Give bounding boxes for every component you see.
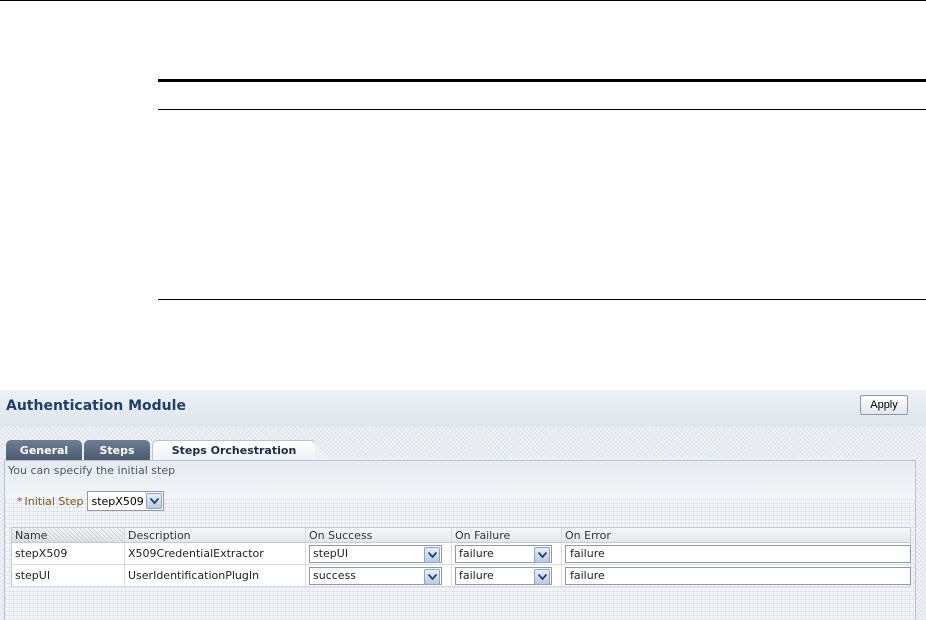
tab-steps-orchestration[interactable]: Steps Orchestration [152,440,329,461]
initial-step-row: * Initial Step stepX509 [17,491,165,511]
tab-general[interactable]: General [6,440,82,460]
thick-rule [158,79,926,82]
chevron-down-icon[interactable] [424,568,440,585]
on-failure-select[interactable]: failure [455,544,552,563]
initial-step-value: stepX509 [91,494,144,508]
required-marker: * [17,494,23,508]
on-success-cell: stepUI [306,543,452,564]
step-name: stepX509 [12,543,125,564]
chevron-down-icon[interactable] [534,568,550,585]
on-success-select[interactable]: success [309,566,442,585]
module-title: Authentication Module [6,398,186,414]
column-header-on-error[interactable]: On Error [562,528,912,542]
initial-step-select[interactable]: stepX509 [87,491,165,511]
on-error-cell: failure [562,565,912,586]
module-header: Authentication Module Apply [0,390,926,426]
on-success-value: success [313,569,357,582]
table-header: Name Description On Success On Failure O… [11,527,911,543]
column-header-name[interactable]: Name [12,528,125,542]
tab-steps[interactable]: Steps [84,440,150,460]
on-success-cell: success [306,565,452,586]
initial-step-label: Initial Step [24,494,84,508]
on-error-input[interactable]: failure [565,566,911,585]
authentication-module-screen: Authentication Module Apply General Step… [0,390,926,620]
on-error-cell: failure [562,543,912,564]
on-failure-select[interactable]: failure [455,566,552,585]
thin-rule-lower [158,299,926,300]
on-failure-cell: failure [452,543,562,564]
chevron-down-icon[interactable] [534,546,550,563]
top-rule [0,0,926,1]
on-failure-value: failure [459,569,494,582]
thin-rule-upper [158,109,926,110]
table-row[interactable]: stepX509 X509CredentialExtractor stepUI … [11,543,911,565]
on-success-select[interactable]: stepUI [309,544,442,563]
chevron-down-icon[interactable] [146,493,163,509]
step-description: UserIdentificationPlugIn [125,565,306,586]
on-failure-value: failure [459,547,494,560]
steps-table: Name Description On Success On Failure O… [11,527,911,587]
column-header-description[interactable]: Description [125,528,306,542]
apply-button[interactable]: Apply [860,395,908,415]
chevron-down-icon[interactable] [424,546,440,563]
step-name: stepUI [12,565,125,586]
hint-text: You can specify the initial step [8,464,176,477]
column-header-on-success[interactable]: On Success [306,528,452,542]
on-error-input[interactable]: failure [565,544,911,563]
column-header-on-failure[interactable]: On Failure [452,528,562,542]
on-success-value: stepUI [313,547,349,560]
table-row[interactable]: stepUI UserIdentificationPlugIn success … [11,565,911,587]
step-description: X509CredentialExtractor [125,543,306,564]
steps-orchestration-panel: You can specify the initial step * Initi… [4,460,916,620]
on-failure-cell: failure [452,565,562,586]
